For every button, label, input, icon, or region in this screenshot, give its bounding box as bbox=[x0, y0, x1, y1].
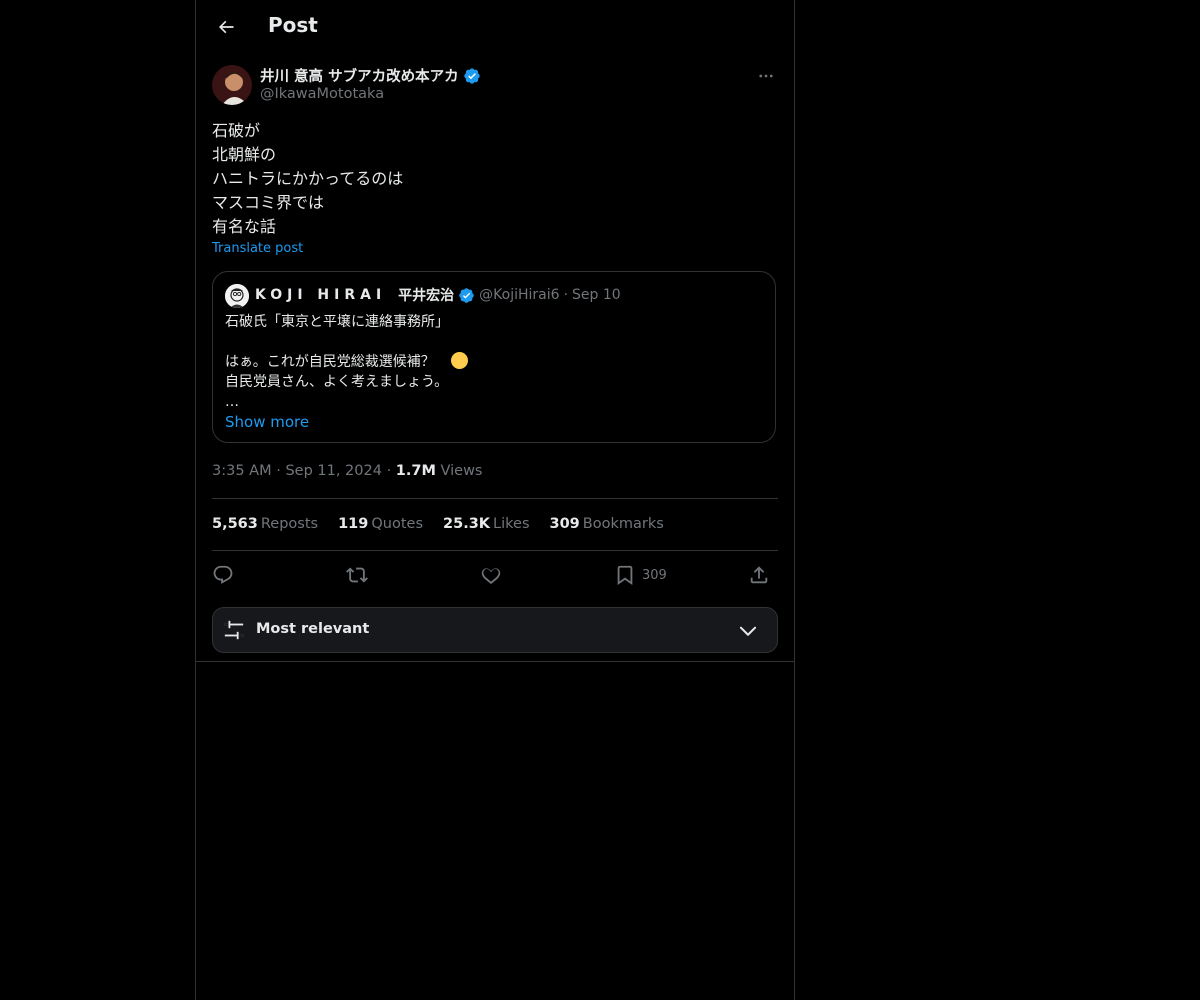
chevron-down-icon bbox=[739, 626, 757, 636]
sliders-icon bbox=[224, 620, 244, 640]
quotes-stat[interactable]: 119 Quotes bbox=[338, 516, 423, 532]
post-timestamp: 3:35 AM · Sep 11, 2024 · 1.7M Views bbox=[212, 463, 482, 479]
stat-label: Bookmarks bbox=[582, 516, 664, 532]
stat-label: Reposts bbox=[260, 516, 319, 532]
author-name-text: 井川 意高 サブアカ改め本アカ bbox=[260, 69, 459, 85]
separator-dot: · bbox=[276, 463, 281, 479]
stat-count: 25.3K bbox=[443, 516, 491, 532]
post-line: 北朝鮮の bbox=[212, 145, 277, 164]
likes-stat[interactable]: 25.3K Likes bbox=[443, 516, 529, 532]
repost-button[interactable] bbox=[346, 561, 368, 589]
quoted-line: 石破氏「東京と平壌に連絡事務所」 bbox=[225, 314, 449, 330]
author-handle[interactable]: @IkawaMototaka bbox=[260, 86, 384, 102]
separator-dot: · bbox=[563, 287, 569, 303]
post-stats: 5,563 Reposts 119 Quotes 25.3K Likes 309 Boo… bbox=[212, 516, 664, 532]
page-title: Post bbox=[268, 13, 318, 37]
post-date[interactable]: Sep 11, 2024 bbox=[285, 463, 382, 479]
divider bbox=[212, 498, 778, 499]
post-line: マスコミ界では bbox=[212, 193, 325, 212]
quoted-line: はぁ。これが自民党総裁選候補？ bbox=[225, 354, 435, 370]
shushing-face-emoji-icon bbox=[450, 352, 468, 369]
sort-label: Most relevant bbox=[256, 621, 370, 637]
quoted-post[interactable]: KOJI HIRAI 平井宏治 @KojiHirai6 · Sep 10 石破氏… bbox=[212, 271, 776, 443]
post-time[interactable]: 3:35 AM bbox=[212, 463, 272, 479]
quoted-line-with-emoji: はぁ。これが自民党総裁選候補？ bbox=[225, 352, 468, 372]
separator-dot: · bbox=[386, 463, 392, 479]
quoted-author-avatar[interactable] bbox=[225, 284, 249, 308]
author-name[interactable]: 井川 意高 サブアカ改め本アカ bbox=[260, 65, 481, 86]
repost-icon bbox=[346, 567, 368, 583]
quoted-post-header: KOJI HIRAI 平井宏治 @KojiHirai6 · Sep 10 bbox=[255, 285, 621, 305]
share-button[interactable] bbox=[748, 561, 770, 589]
bookmark-button[interactable]: 309 bbox=[614, 561, 667, 589]
post-author: 井川 意高 サブアカ改め本アカ @IkawaMototaka bbox=[212, 64, 778, 108]
reply-button[interactable] bbox=[212, 561, 234, 589]
top-bar: Post bbox=[196, 0, 794, 54]
bookmark-count: 309 bbox=[642, 567, 667, 583]
more-horizontal-icon bbox=[759, 74, 773, 78]
views-label: Views bbox=[440, 463, 483, 479]
quoted-line: … bbox=[225, 394, 239, 410]
author-avatar[interactable] bbox=[212, 65, 252, 105]
arrow-left-icon bbox=[219, 20, 234, 34]
quoted-line: 自民党員さん、よく考えましょう。 bbox=[225, 374, 449, 390]
quoted-author-name[interactable]: 平井宏治 bbox=[398, 285, 454, 305]
post-line: 石破が bbox=[212, 121, 261, 140]
stat-count: 309 bbox=[549, 516, 580, 532]
quoted-line bbox=[225, 332, 468, 352]
quoted-author-name-latin[interactable]: KOJI HIRAI bbox=[255, 287, 386, 303]
reply-sort-dropdown[interactable]: Most relevant bbox=[212, 607, 778, 653]
verified-badge-icon bbox=[463, 67, 480, 84]
divider bbox=[212, 550, 778, 551]
stat-label: Likes bbox=[493, 516, 530, 532]
stat-label: Quotes bbox=[371, 516, 424, 532]
show-more-link[interactable]: Show more bbox=[225, 413, 309, 431]
quoted-post-text: 石破氏「東京と平壌に連絡事務所」 はぁ。これが自民党総裁選候補？ 自民党員さん、… bbox=[225, 312, 468, 412]
views-count: 1.7M bbox=[395, 463, 436, 479]
reply-icon bbox=[213, 565, 233, 584]
like-button[interactable] bbox=[480, 561, 502, 589]
stat-count: 5,563 bbox=[212, 516, 258, 532]
reposts-stat[interactable]: 5,563 Reposts bbox=[212, 516, 318, 532]
quoted-author-handle[interactable]: @KojiHirai6 bbox=[479, 287, 559, 303]
share-icon bbox=[750, 566, 768, 584]
stat-count: 119 bbox=[338, 516, 369, 532]
post-line: 有名な話 bbox=[212, 217, 277, 236]
translate-post-link[interactable]: Translate post bbox=[212, 241, 303, 256]
post-actions: 309 bbox=[212, 561, 778, 589]
post-text: 石破が 北朝鮮の ハニトラにかかってるのは マスコミ界では 有名な話 bbox=[212, 119, 403, 239]
back-button[interactable] bbox=[208, 9, 244, 45]
divider bbox=[196, 661, 794, 662]
quoted-post-date[interactable]: Sep 10 bbox=[572, 287, 621, 303]
heart-icon bbox=[481, 568, 501, 584]
bookmark-icon bbox=[617, 565, 633, 586]
more-options-button[interactable] bbox=[754, 64, 778, 88]
verified-badge-icon bbox=[459, 287, 474, 303]
main-column: Post 井川 意高 サブアカ改め本アカ @IkawaMototaka 石破が … bbox=[195, 0, 795, 1000]
post-line: ハニトラにかかってるのは bbox=[212, 169, 404, 188]
bookmarks-stat[interactable]: 309 Bookmarks bbox=[550, 516, 664, 532]
